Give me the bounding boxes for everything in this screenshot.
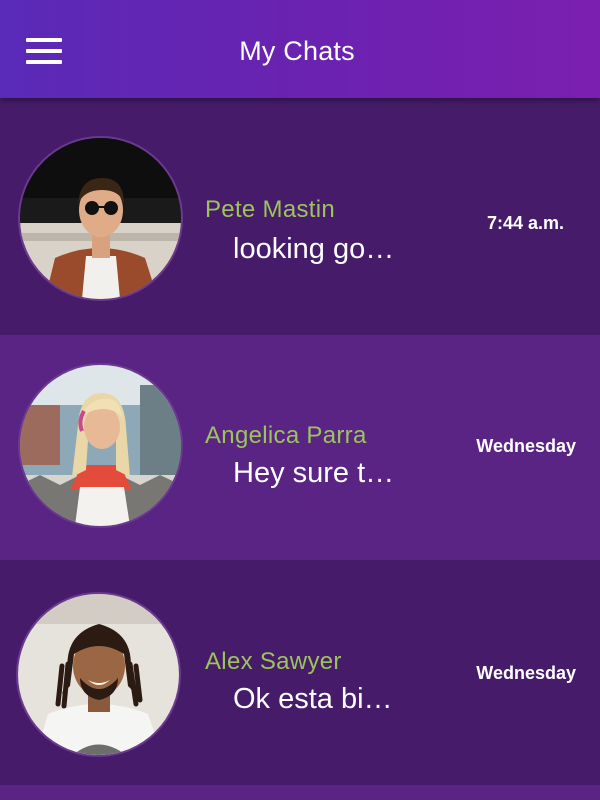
message-time: 7:44 a.m. bbox=[486, 213, 564, 233]
app-header: My Chats bbox=[0, 0, 600, 98]
avatar bbox=[18, 363, 183, 528]
contact-name: Pete Mastin bbox=[205, 196, 336, 223]
contact-name: Alex Sawyer bbox=[205, 648, 342, 675]
message-preview: Ok esta bi… bbox=[233, 683, 393, 715]
chat-app: My Chats Pete Mastin looking go… 7:44 a.… bbox=[0, 0, 600, 800]
chat-list-item[interactable]: Pete Mastin looking go… 7:44 a.m. bbox=[0, 98, 600, 335]
chat-list: Pete Mastin looking go… 7:44 a.m. Angeli… bbox=[0, 98, 600, 800]
message-preview: looking go… bbox=[233, 233, 395, 265]
message-preview: Hey sure t… bbox=[233, 457, 395, 489]
contact-name: Angelica Parra bbox=[205, 422, 367, 449]
avatar bbox=[16, 592, 181, 757]
message-time: Wednesday bbox=[476, 436, 576, 456]
avatar bbox=[18, 136, 183, 301]
chat-list-item[interactable]: Alex Sawyer Ok esta bi… Wednesday bbox=[0, 560, 600, 785]
page-title: My Chats bbox=[239, 36, 355, 66]
chat-list-item[interactable] bbox=[0, 785, 600, 800]
message-time: Wednesday bbox=[476, 663, 576, 683]
chat-list-item[interactable]: Angelica Parra Hey sure t… Wednesday bbox=[0, 335, 600, 560]
